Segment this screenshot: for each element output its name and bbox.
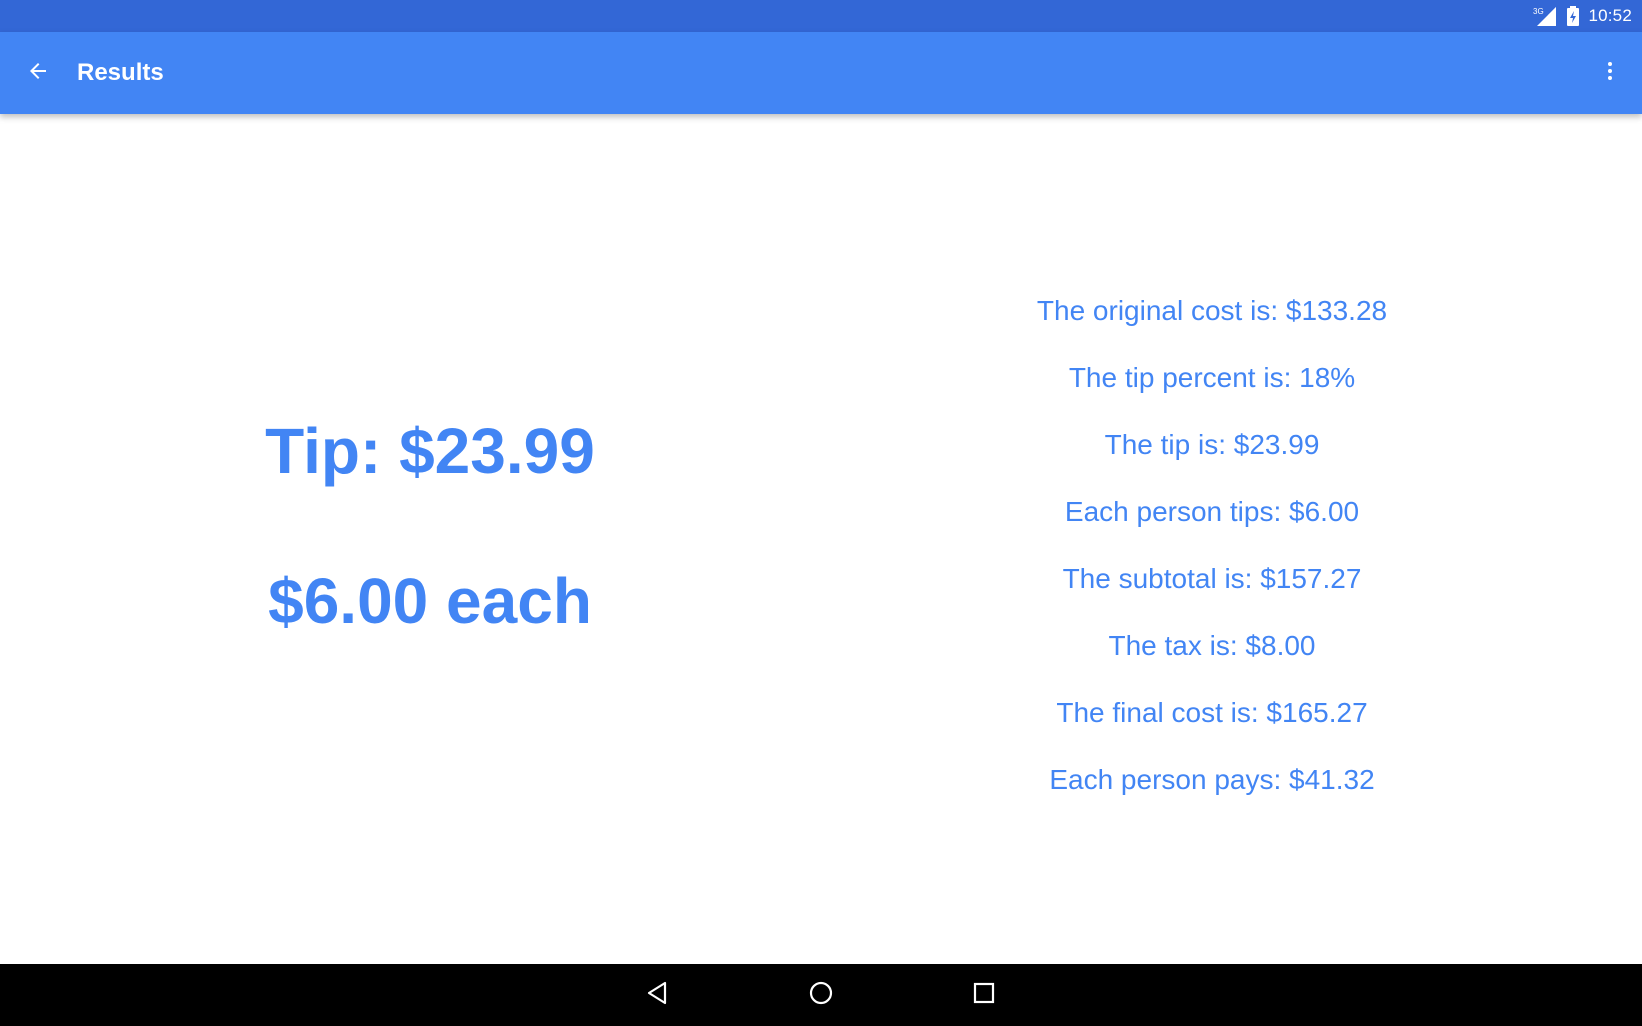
status-indicators: 3G 10:52 xyxy=(1532,0,1632,32)
tip-each-text: $6.00 each xyxy=(268,565,592,637)
arrow-back-icon xyxy=(26,59,50,88)
nav-back-icon xyxy=(645,980,671,1011)
final-cost-text: The final cost is: $165.27 xyxy=(1056,697,1368,728)
more-vert-icon xyxy=(1598,59,1622,88)
tip-percent-text: The tip percent is: 18% xyxy=(1068,362,1356,393)
navigation-bar xyxy=(0,964,1642,1026)
back-button[interactable] xyxy=(14,49,62,97)
overflow-menu-button[interactable] xyxy=(1586,49,1634,97)
status-time: 10:52 xyxy=(1588,6,1632,25)
signal-icon: 3G xyxy=(1532,5,1558,27)
nav-home-icon xyxy=(808,980,834,1011)
original-cost-text: The original cost is: $133.28 xyxy=(1036,295,1388,326)
results-details-list: The original cost is: $133.28 The tip pe… xyxy=(962,277,1462,813)
each-person-pays-text: Each person pays: $41.32 xyxy=(1049,764,1375,795)
tip-total-text: Tip: $23.99 xyxy=(265,415,595,487)
tax-text: The tax is: $8.00 xyxy=(1108,630,1316,661)
tip-amount-text: The tip is: $23.99 xyxy=(1104,429,1320,460)
nav-home-button[interactable] xyxy=(797,971,845,1019)
screen: 3G 10:52 Results Tip: $23.99 $6.00 each … xyxy=(0,0,1642,1026)
page-title: Results xyxy=(77,59,164,86)
nav-recents-icon xyxy=(971,980,997,1011)
network-type-label: 3G xyxy=(1533,7,1544,16)
battery-charging-icon xyxy=(1566,5,1580,27)
status-bar: 3G 10:52 xyxy=(0,0,1642,32)
nav-back-button[interactable] xyxy=(634,971,682,1019)
nav-recents-button[interactable] xyxy=(960,971,1008,1019)
results-content: Tip: $23.99 $6.00 each The original cost… xyxy=(0,114,1642,964)
subtotal-text: The subtotal is: $157.27 xyxy=(1062,563,1362,594)
app-bar: Results xyxy=(0,32,1642,114)
each-person-tips-text: Each person tips: $6.00 xyxy=(1064,496,1360,527)
